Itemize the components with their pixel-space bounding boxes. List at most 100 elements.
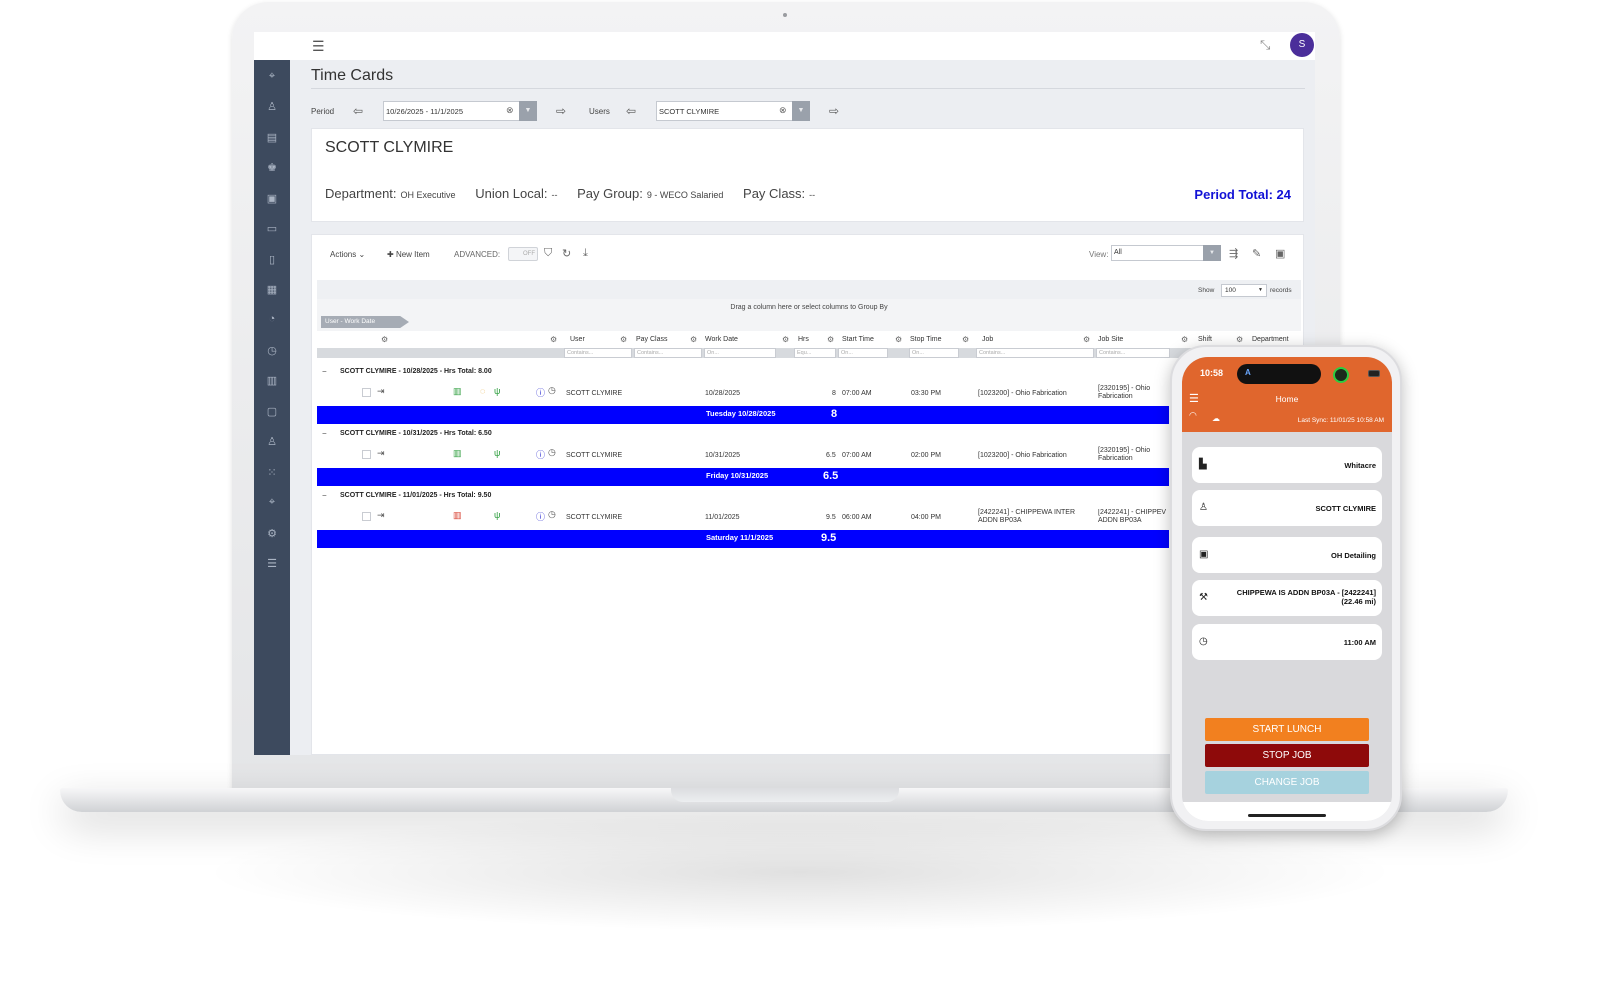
column-settings-gear-icon[interactable]: ⚙ xyxy=(381,335,388,344)
column-header-work-date[interactable]: Work Date xyxy=(705,336,738,343)
job-filter-input[interactable]: Contains... xyxy=(976,348,1094,358)
column-settings-gear-icon[interactable]: ⚙ xyxy=(1236,335,1243,344)
info-icon[interactable]: ⓘ xyxy=(536,386,545,399)
home-indicator[interactable] xyxy=(1248,814,1326,817)
column-settings-gear-icon[interactable]: ⚙ xyxy=(895,335,902,344)
contact-icon[interactable]: ▦ xyxy=(254,283,290,296)
pay-class-filter-input[interactable]: Contains... xyxy=(634,348,702,358)
comment-icon[interactable]: ◌ xyxy=(480,386,485,396)
time-card[interactable]: ◷ 11:00 AM xyxy=(1192,624,1382,660)
column-header-department[interactable]: Department xyxy=(1252,336,1289,343)
id-card-icon[interactable]: ▣ xyxy=(254,192,290,205)
row-checkbox[interactable] xyxy=(362,512,371,521)
hamburger-menu-icon[interactable]: ☰ xyxy=(312,38,325,55)
period-next-arrow-icon[interactable]: ⇨ xyxy=(556,104,566,118)
stop-job-button[interactable]: STOP JOB xyxy=(1205,744,1369,767)
new-item-button[interactable]: ✚ New Item xyxy=(387,250,430,259)
document-icon[interactable]: ▯ xyxy=(254,253,290,266)
users-select[interactable]: SCOTT CLYMIRE ⊗ ▼ xyxy=(656,101,810,121)
advanced-toggle[interactable]: OFF xyxy=(508,247,538,261)
period-clear-icon[interactable]: ⊗ xyxy=(506,105,514,116)
column-header-job[interactable]: Job xyxy=(982,336,993,343)
map-pin-icon[interactable]: ⌖ xyxy=(254,496,290,509)
column-settings-gear-icon[interactable]: ⚙ xyxy=(782,335,789,344)
folder-icon[interactable]: ▭ xyxy=(254,222,290,235)
open-record-icon[interactable]: ⇥ xyxy=(377,510,385,521)
column-settings-gear-icon[interactable]: ⚙ xyxy=(690,335,697,344)
row-checkbox[interactable] xyxy=(362,450,371,459)
group-chip[interactable]: User - Work Date xyxy=(321,316,409,328)
column-header-shift[interactable]: Shift xyxy=(1198,336,1212,343)
column-settings-gear-icon[interactable]: ⚙ xyxy=(550,335,557,344)
actions-menu[interactable]: Actions ⌄ xyxy=(330,250,365,259)
map-icon[interactable]: ▥ xyxy=(453,510,462,521)
info-icon[interactable]: ⓘ xyxy=(536,510,545,523)
history-icon[interactable]: ◷ xyxy=(548,509,556,520)
job-site-filter-input[interactable]: Contains... xyxy=(1096,348,1170,358)
history-icon[interactable]: ◷ xyxy=(548,385,556,396)
stop-time-filter-input[interactable]: On... xyxy=(909,348,959,358)
view-dropdown-button[interactable]: ▼ xyxy=(1203,245,1221,261)
page-size-select[interactable]: 100 ▼ xyxy=(1221,284,1267,297)
save-icon[interactable]: ▣ xyxy=(1275,247,1285,260)
hrs-filter-input[interactable]: Equ... xyxy=(794,348,836,358)
meal-icon[interactable]: ψ xyxy=(494,386,500,396)
group-by-area[interactable]: Drag a column here or select columns to … xyxy=(317,299,1301,331)
filter-icon[interactable]: ⛉ xyxy=(544,247,552,260)
location-pin-icon[interactable]: ⌖ xyxy=(254,70,290,83)
refresh-icon[interactable]: ↻ xyxy=(562,247,571,260)
employee-card[interactable]: ♙ SCOTT CLYMIRE xyxy=(1192,490,1382,526)
timer-icon[interactable]: ◔ xyxy=(254,313,290,325)
period-select[interactable]: 10/26/2025 - 11/1/2025 ⊗ ▼ xyxy=(383,101,537,121)
column-header-job-site[interactable]: Job Site xyxy=(1098,336,1123,343)
collapse-group-icon[interactable]: − xyxy=(322,491,327,500)
map-icon[interactable]: ▥ xyxy=(453,386,462,397)
meal-icon[interactable]: ψ xyxy=(494,448,500,458)
meal-icon[interactable]: ψ xyxy=(494,510,500,520)
clock-icon[interactable]: ◷ xyxy=(254,344,290,357)
column-header-hrs[interactable]: Hrs xyxy=(798,336,809,343)
collapse-group-icon[interactable]: − xyxy=(322,367,327,376)
history-icon[interactable]: ◷ xyxy=(548,447,556,458)
profile-icon[interactable]: ♙ xyxy=(254,435,290,448)
period-dropdown-button[interactable]: ▼ xyxy=(519,101,537,121)
edit-icon[interactable]: ✎ xyxy=(1252,247,1261,260)
user-filter-input[interactable]: Contains... xyxy=(564,348,632,358)
column-header-start-time[interactable]: Start Time xyxy=(842,336,874,343)
users-next-arrow-icon[interactable]: ⇨ xyxy=(829,104,839,118)
department-card[interactable]: ▣ OH Detailing xyxy=(1192,537,1382,573)
users-icon[interactable]: ♚ xyxy=(254,161,290,174)
collapse-group-icon[interactable]: − xyxy=(322,429,327,438)
column-settings-gear-icon[interactable]: ⚙ xyxy=(827,335,834,344)
start-lunch-button[interactable]: START LUNCH xyxy=(1205,718,1369,741)
start-time-filter-input[interactable]: On... xyxy=(838,348,888,358)
column-settings-gear-icon[interactable]: ⚙ xyxy=(1083,335,1090,344)
row-checkbox[interactable] xyxy=(362,388,371,397)
expand-icon[interactable]: ⤡ xyxy=(1260,37,1270,53)
users-prev-arrow-icon[interactable]: ⇦ xyxy=(626,104,636,118)
download-icon[interactable]: ⤓ xyxy=(583,247,588,260)
map-icon[interactable]: ▥ xyxy=(453,448,462,459)
column-settings-gear-icon[interactable]: ⚙ xyxy=(1181,335,1188,344)
column-settings-gear-icon[interactable]: ⚙ xyxy=(620,335,627,344)
change-job-button[interactable]: CHANGE JOB xyxy=(1205,771,1369,794)
job-card[interactable]: ⚒ CHIPPEWA IS ADDN BP03A - [2422241] (22… xyxy=(1192,580,1382,616)
gear-icon[interactable]: ⚙ xyxy=(254,527,290,540)
column-chooser-icon[interactable]: ⇶ xyxy=(1229,247,1238,260)
period-prev-arrow-icon[interactable]: ⇦ xyxy=(353,104,363,118)
column-header-pay-class[interactable]: Pay Class xyxy=(636,336,668,343)
calendar-icon[interactable]: ▥ xyxy=(254,374,290,387)
work-date-filter-input[interactable]: On... xyxy=(704,348,776,358)
user-icon[interactable]: ♙ xyxy=(254,100,290,113)
column-header-user[interactable]: User xyxy=(570,336,585,343)
open-record-icon[interactable]: ⇥ xyxy=(377,448,385,459)
users-dropdown-button[interactable]: ▼ xyxy=(792,101,810,121)
open-record-icon[interactable]: ⇥ xyxy=(377,386,385,397)
company-card[interactable]: ▙ Whitacre xyxy=(1192,447,1382,483)
list-icon[interactable]: ☰ xyxy=(254,557,290,570)
users-clear-icon[interactable]: ⊗ xyxy=(779,105,787,116)
grid-icon[interactable]: ⁙ xyxy=(254,466,290,479)
info-icon[interactable]: ⓘ xyxy=(536,448,545,461)
chat-icon[interactable]: ▢ xyxy=(254,405,290,418)
building-icon[interactable]: ▤ xyxy=(254,131,290,144)
